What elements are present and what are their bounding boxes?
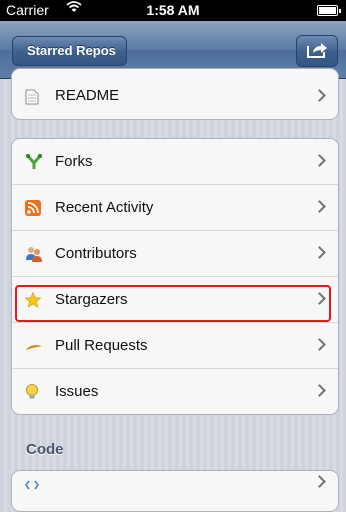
back-button[interactable]: Starred Repos xyxy=(12,36,127,66)
document-icon xyxy=(25,89,41,105)
menu-item-issues[interactable]: Issues xyxy=(12,368,338,414)
code-group xyxy=(11,470,339,512)
chevron-right-icon xyxy=(313,246,326,259)
menu-item-contributors[interactable]: Contributors xyxy=(12,230,338,276)
menu-item-label: Pull Requests xyxy=(55,337,148,354)
chevron-right-icon xyxy=(313,292,326,305)
menu-item-readme[interactable]: README xyxy=(12,69,338,119)
share-button[interactable] xyxy=(296,35,338,67)
menu-item-label: README xyxy=(55,87,120,104)
chevron-right-icon xyxy=(313,338,326,351)
menu-item-stargazers[interactable]: Stargazers xyxy=(12,276,338,322)
menu-item-label: Stargazers xyxy=(55,291,128,308)
rss-icon xyxy=(25,200,41,216)
menu-item-label: Contributors xyxy=(55,245,137,262)
chevron-right-icon xyxy=(313,154,326,167)
menu-item-forks[interactable]: Forks xyxy=(12,139,338,184)
menu-item-code-partial[interactable] xyxy=(12,471,338,511)
lightbulb-icon xyxy=(25,384,41,400)
status-time: 1:58 AM xyxy=(146,2,200,18)
chevron-right-icon xyxy=(313,200,326,213)
chevron-right-icon xyxy=(313,89,326,102)
menu-item-label: Issues xyxy=(55,383,99,400)
battery-icon xyxy=(317,5,341,16)
readme-group: README xyxy=(11,68,339,120)
fork-icon xyxy=(25,154,42,170)
menu-item-pull-requests[interactable]: Pull Requests xyxy=(12,322,338,368)
share-icon xyxy=(307,43,327,58)
menu-item-label: Forks xyxy=(55,153,93,170)
people-icon xyxy=(25,246,42,262)
code-icon xyxy=(25,477,41,493)
chevron-right-icon xyxy=(313,384,326,397)
star-icon xyxy=(24,291,42,308)
menu-item-recent-activity[interactable]: Recent Activity xyxy=(12,184,338,230)
chevron-right-icon xyxy=(313,475,326,488)
pull-request-icon xyxy=(25,338,42,354)
status-bar: Carrier 1:58 AM xyxy=(0,0,346,21)
section-title-code: Code xyxy=(26,441,64,458)
repo-menu-group: Forks Recent Activity Contributors Starg… xyxy=(11,138,339,415)
menu-item-label: Recent Activity xyxy=(55,199,154,216)
